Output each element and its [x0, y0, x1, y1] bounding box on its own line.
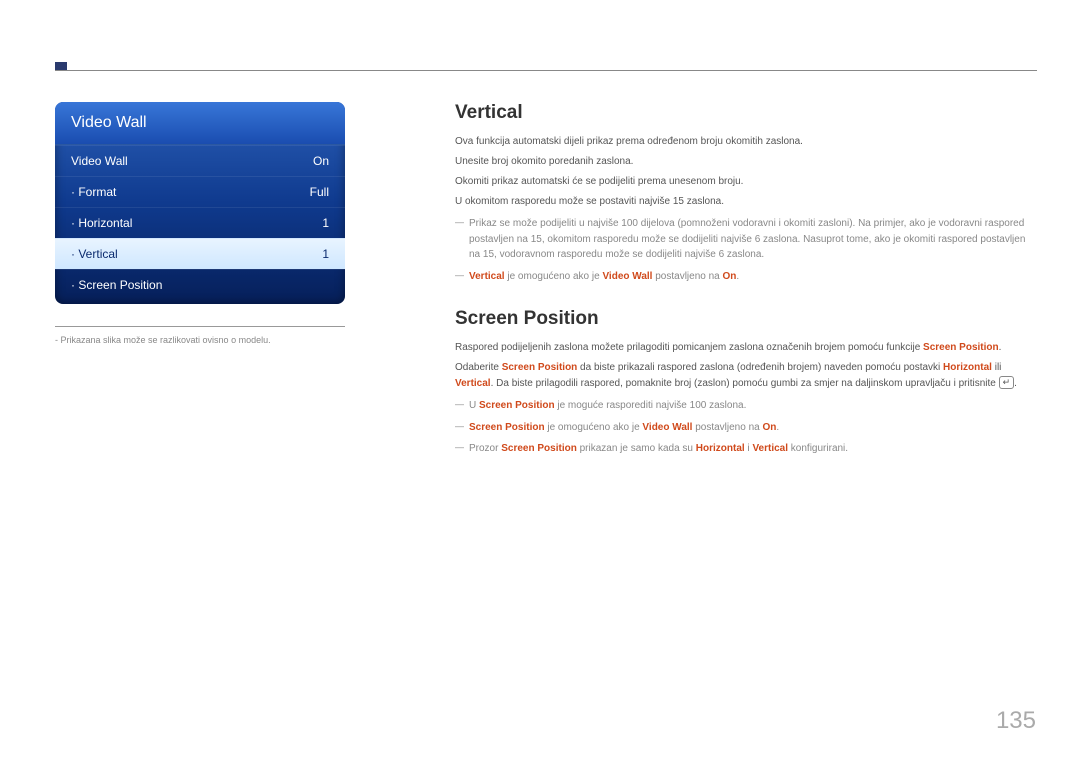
note-bold: Video Wall: [602, 271, 652, 282]
vertical-p4: U okomitom rasporedu može se postaviti n…: [455, 194, 1037, 210]
text: .: [1014, 378, 1017, 389]
note-text: postavljeno na: [652, 271, 722, 282]
vertical-p1: Ova funkcija automatski dijeli prikaz pr…: [455, 134, 1037, 150]
note-bold: Video Wall: [642, 422, 692, 433]
note-text: je omogućeno ako je: [545, 422, 643, 433]
note-text: postavljeno na: [692, 422, 762, 433]
sp-note-100: U Screen Position je moguće rasporediti …: [455, 398, 1037, 414]
image-caption: - Prikazana slika može se razlikovati ov…: [55, 335, 353, 345]
note-text: prikazan je samo kada su: [577, 443, 696, 454]
osd-title: Video Wall: [55, 102, 345, 145]
text: Odaberite: [455, 362, 502, 373]
osd-row-format[interactable]: Format Full: [55, 176, 345, 207]
sp-p1: Raspored podijeljenih zaslona možete pri…: [455, 340, 1037, 356]
text: . Da biste prilagodili raspored, pomakni…: [491, 378, 999, 389]
text: da biste prikazali raspored zaslona (odr…: [577, 362, 943, 373]
note-text: .: [736, 271, 739, 282]
osd-row-video-wall[interactable]: Video Wall On: [55, 145, 345, 176]
osd-row-label: Horizontal: [71, 216, 132, 230]
note-text: je moguće rasporediti najviše 100 zaslon…: [555, 400, 747, 411]
osd-row-value: 1: [322, 216, 329, 230]
note-bold: Vertical: [752, 443, 788, 454]
osd-row-label: Screen Position: [71, 278, 162, 292]
left-column: Video Wall Video Wall On Format Full Hor…: [55, 102, 353, 345]
bold: Screen Position: [502, 362, 578, 373]
note-text: Prozor: [469, 443, 501, 454]
header-accent: [55, 62, 67, 70]
vertical-p3: Okomiti prikaz automatski će se podijeli…: [455, 174, 1037, 190]
page-number: 135: [996, 707, 1036, 735]
osd-row-horizontal[interactable]: Horizontal 1: [55, 207, 345, 238]
note-bold: Vertical: [469, 271, 505, 282]
note-text: je omogućeno ako je: [505, 271, 603, 282]
vertical-note-enabled: Vertical je omogućeno ako je Video Wall …: [455, 269, 1037, 285]
heading-screen-position: Screen Position: [455, 308, 1037, 330]
note-bold: Screen Position: [479, 400, 555, 411]
note-bold: Horizontal: [696, 443, 745, 454]
vertical-note-max: Prikaz se može podijeliti u najviše 100 …: [455, 216, 1037, 263]
note-bold: Screen Position: [501, 443, 577, 454]
bold: Screen Position: [923, 342, 999, 353]
vertical-p2: Unesite broj okomito poredanih zaslona.: [455, 154, 1037, 170]
text: ili: [992, 362, 1001, 373]
osd-row-value: Full: [310, 185, 329, 199]
note-text: U: [469, 400, 479, 411]
osd-row-label: Video Wall: [71, 154, 128, 168]
left-divider: [55, 326, 345, 327]
note-bold: On: [723, 271, 737, 282]
text: Raspored podijeljenih zaslona možete pri…: [455, 342, 923, 353]
sp-p2: Odaberite Screen Position da biste prika…: [455, 360, 1037, 392]
note-text: konfigurirani.: [788, 443, 848, 454]
right-column: Vertical Ova funkcija automatski dijeli …: [455, 102, 1037, 457]
osd-row-label: Vertical: [71, 247, 118, 261]
osd-row-label: Format: [71, 185, 116, 199]
note-text: Prikaz se može podijeliti u najviše 100 …: [469, 218, 1025, 260]
bold: Horizontal: [943, 362, 992, 373]
enter-icon: ↵: [999, 376, 1015, 389]
osd-panel: Video Wall Video Wall On Format Full Hor…: [55, 102, 345, 304]
heading-vertical: Vertical: [455, 102, 1037, 124]
osd-row-vertical[interactable]: Vertical 1: [55, 238, 345, 269]
bold: Vertical: [455, 378, 491, 389]
osd-row-value: On: [313, 154, 329, 168]
sp-note-enabled: Screen Position je omogućeno ako je Vide…: [455, 420, 1037, 436]
sp-note-window: Prozor Screen Position prikazan je samo …: [455, 441, 1037, 457]
note-bold: Screen Position: [469, 422, 545, 433]
text: .: [999, 342, 1002, 353]
osd-row-screen-position[interactable]: Screen Position: [55, 269, 345, 300]
osd-row-value: 1: [322, 247, 329, 261]
note-text: .: [776, 422, 779, 433]
header-rule: [55, 70, 1037, 71]
note-bold: On: [763, 422, 777, 433]
